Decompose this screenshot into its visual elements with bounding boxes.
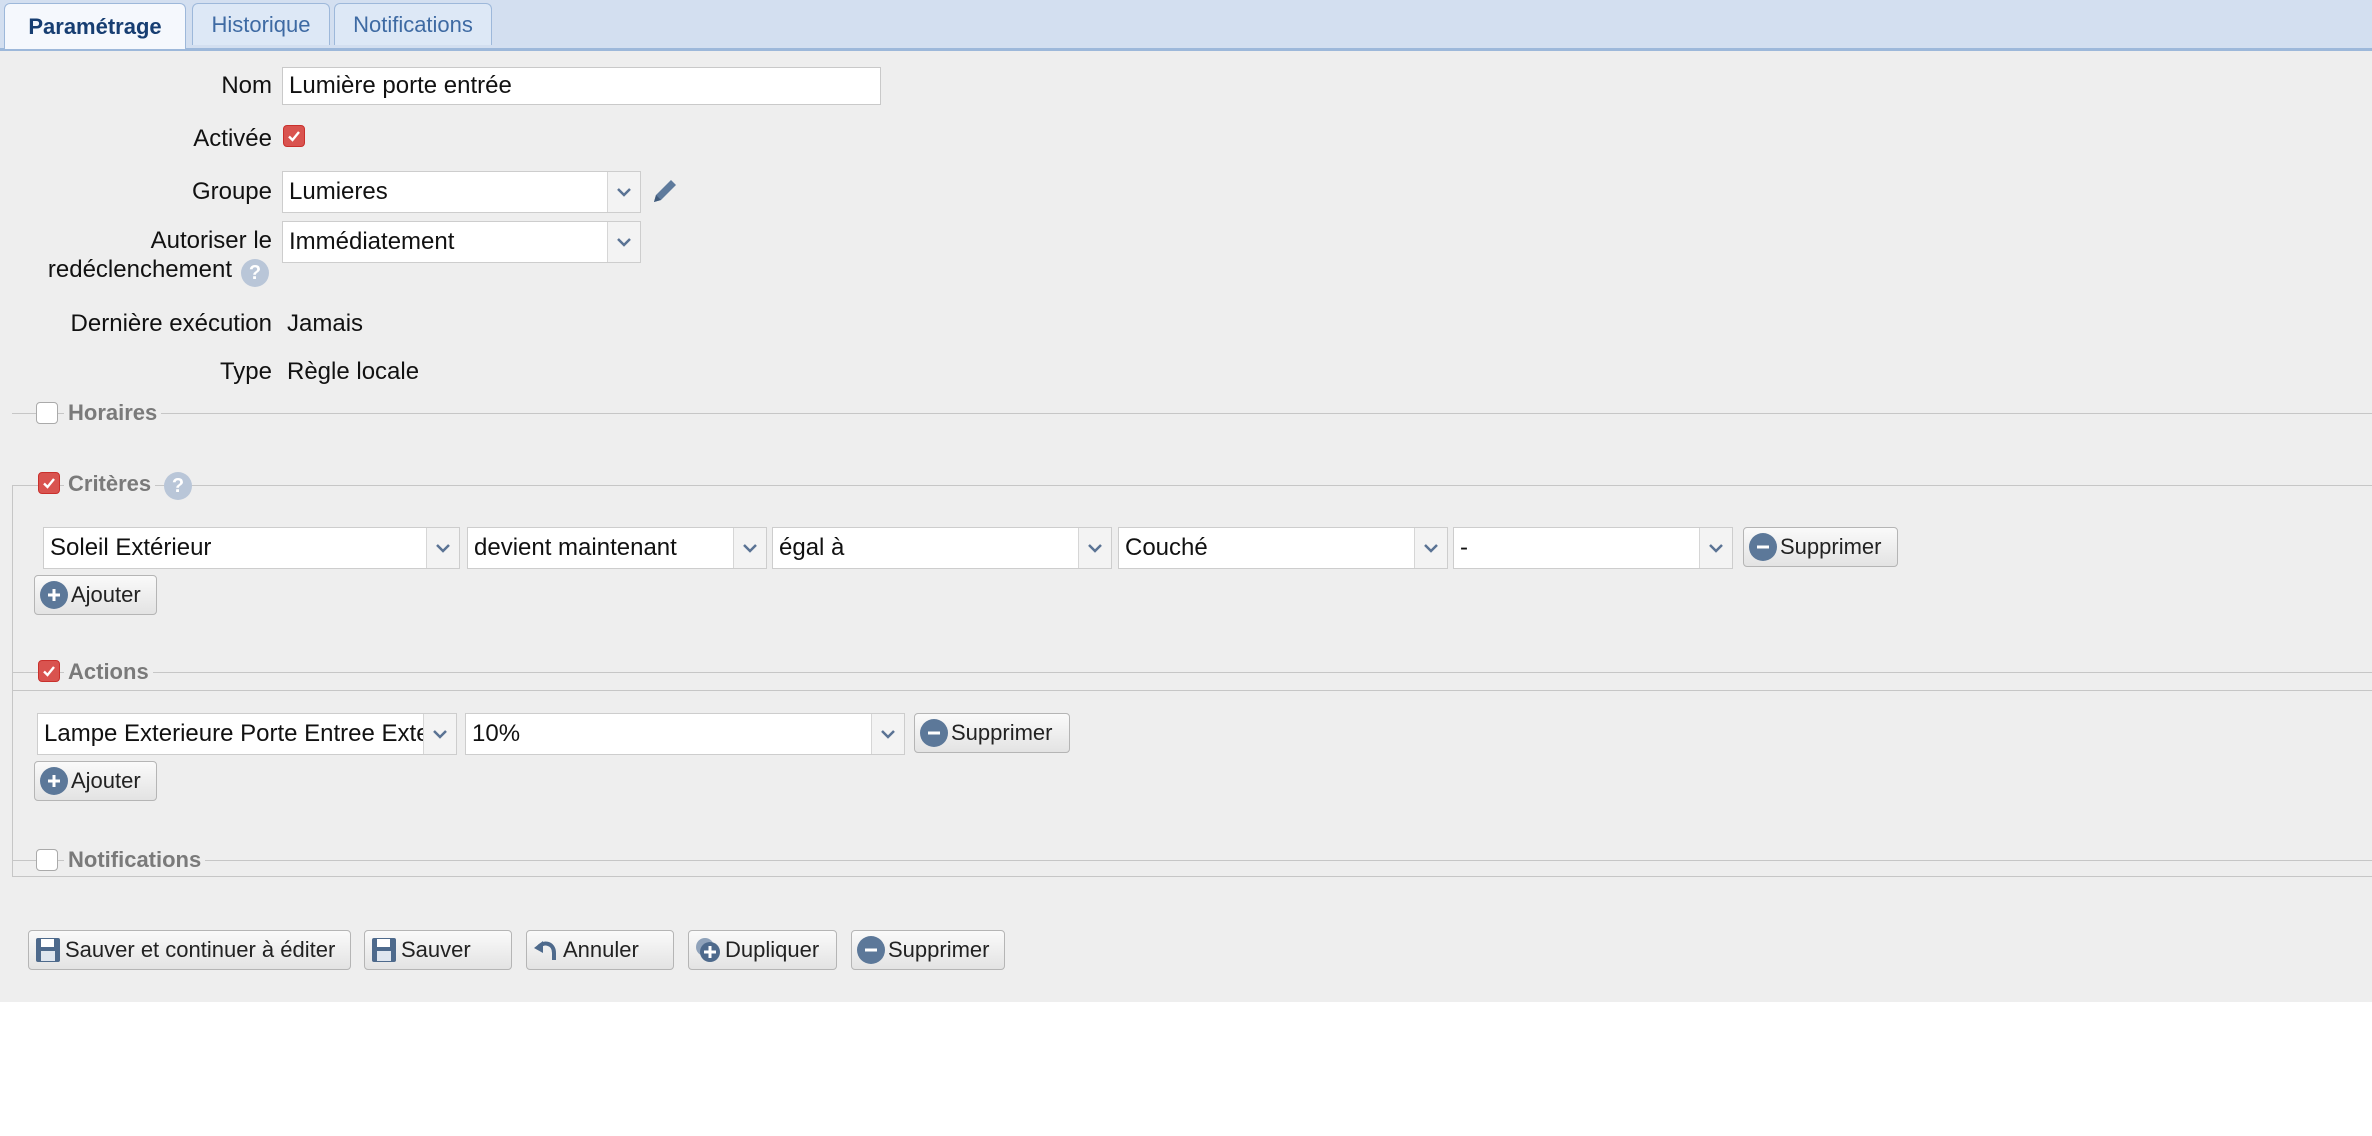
settings-panel: Nom Lumière porte entrée Activée Groupe …: [0, 51, 2372, 1002]
groupe-select[interactable]: Lumieres: [282, 171, 641, 213]
notifications-checkbox[interactable]: [36, 849, 58, 871]
actions-border-top: [12, 672, 2372, 673]
tab-label: Historique: [211, 11, 311, 37]
save-label: Sauver: [401, 937, 471, 962]
action-value-value: 10%: [472, 720, 521, 747]
save-continue-button[interactable]: Sauver et continuer à éditer: [28, 930, 351, 970]
criteria-extra-select[interactable]: -: [1453, 527, 1733, 569]
check-icon: [288, 131, 300, 142]
autoriser-label-line1: Autoriser le: [150, 227, 272, 254]
plus-circle-icon: [39, 766, 69, 796]
criteria-operator-select[interactable]: égal à: [772, 527, 1112, 569]
type-label: Type: [219, 358, 272, 385]
criteria-operator-value: égal à: [779, 534, 845, 561]
chevron-down-icon: [607, 222, 640, 262]
save-button[interactable]: Sauver: [364, 930, 512, 970]
criteria-remove-label: Supprimer: [1780, 534, 1882, 559]
criteria-condition-value: devient maintenant: [474, 534, 677, 561]
chevron-down-icon: [1078, 528, 1111, 568]
criteria-value-value: Couché: [1125, 534, 1208, 561]
criteres-checkbox[interactable]: [38, 472, 60, 494]
help-icon[interactable]: ?: [241, 259, 269, 287]
type-value: Règle locale: [287, 358, 420, 385]
check-icon: [43, 666, 55, 677]
action-add-label: Ajouter: [71, 768, 141, 793]
criteres-border-bottom: [12, 690, 2372, 691]
actions-border-bottom: [12, 876, 2372, 877]
minus-circle-icon: [919, 718, 949, 748]
horaires-legend: Horaires: [64, 400, 162, 426]
nom-input[interactable]: Lumière porte entrée: [282, 67, 881, 105]
duplicate-icon: [693, 935, 723, 965]
criteria-value-select[interactable]: Couché: [1118, 527, 1448, 569]
minus-circle-icon: [1748, 532, 1778, 562]
activee-label: Activée: [193, 125, 272, 152]
criteria-remove-button[interactable]: Supprimer: [1743, 527, 1898, 567]
plus-circle-icon: [39, 580, 69, 610]
criteria-add-label: Ajouter: [71, 582, 141, 607]
delete-label: Supprimer: [888, 937, 990, 962]
delete-button[interactable]: Supprimer: [851, 930, 1005, 970]
horaires-checkbox[interactable]: [36, 402, 58, 424]
actions-border-left: [12, 672, 13, 876]
cancel-button[interactable]: Annuler: [526, 930, 674, 970]
notifications-divider: [12, 860, 2372, 861]
horaires-divider: [12, 413, 2372, 414]
tab-label: Notifications: [353, 11, 473, 37]
chevron-down-icon: [733, 528, 766, 568]
criteria-add-button[interactable]: Ajouter: [34, 575, 157, 615]
floppy-disk-icon: [369, 935, 399, 965]
tab-label: Paramétrage: [28, 13, 162, 39]
chevron-down-icon: [871, 714, 904, 754]
autoriser-select-value: Immédiatement: [289, 228, 455, 255]
chevron-down-icon: [1699, 528, 1732, 568]
derniere-execution-label: Dernière exécution: [70, 310, 272, 337]
action-add-button[interactable]: Ajouter: [34, 761, 157, 801]
action-device-value: Lampe Exterieure Porte Entree Exte: [44, 720, 423, 747]
criteria-device-select[interactable]: Soleil Extérieur: [43, 527, 460, 569]
criteria-extra-value: -: [1460, 534, 1468, 561]
tab-historique[interactable]: Historique: [192, 3, 330, 45]
action-device-select[interactable]: Lampe Exterieure Porte Entree Exte: [37, 713, 457, 755]
action-value-select[interactable]: 10%: [465, 713, 905, 755]
chevron-down-icon: [1414, 528, 1447, 568]
minus-circle-icon: [856, 935, 886, 965]
duplicate-button[interactable]: Dupliquer: [688, 930, 837, 970]
duplicate-label: Dupliquer: [725, 937, 820, 962]
chevron-down-icon: [607, 172, 640, 212]
pencil-edit-icon[interactable]: [648, 174, 682, 208]
help-icon[interactable]: ?: [164, 472, 192, 500]
actions-legend: Actions: [64, 659, 153, 685]
tab-bar: Paramétrage Historique Notifications: [0, 0, 2372, 51]
derniere-execution-value: Jamais: [287, 310, 364, 337]
undo-icon: [531, 935, 561, 965]
criteres-legend: Critères: [64, 471, 156, 497]
save-continue-label: Sauver et continuer à éditer: [65, 937, 336, 962]
actions-checkbox[interactable]: [38, 660, 60, 682]
groupe-label: Groupe: [191, 178, 272, 205]
autoriser-label-line2: redéclenchement: [47, 256, 232, 283]
chevron-down-icon: [426, 528, 459, 568]
action-remove-button[interactable]: Supprimer: [914, 713, 1070, 753]
activee-checkbox[interactable]: [283, 125, 305, 147]
floppy-disk-icon: [33, 935, 63, 965]
criteria-condition-select[interactable]: devient maintenant: [467, 527, 767, 569]
tab-parametrage[interactable]: Paramétrage: [4, 3, 186, 49]
notifications-legend: Notifications: [64, 847, 206, 873]
autoriser-select[interactable]: Immédiatement: [282, 221, 641, 263]
groupe-select-value: Lumieres: [289, 178, 388, 205]
criteres-border-left: [12, 485, 13, 690]
cancel-label: Annuler: [563, 937, 639, 962]
action-remove-label: Supprimer: [951, 720, 1053, 745]
check-icon: [43, 478, 55, 489]
nom-label: Nom: [221, 72, 272, 99]
criteres-border-top: [12, 485, 2372, 486]
chevron-down-icon: [423, 714, 456, 754]
tab-notifications[interactable]: Notifications: [334, 3, 492, 45]
criteria-device-value: Soleil Extérieur: [50, 534, 212, 561]
